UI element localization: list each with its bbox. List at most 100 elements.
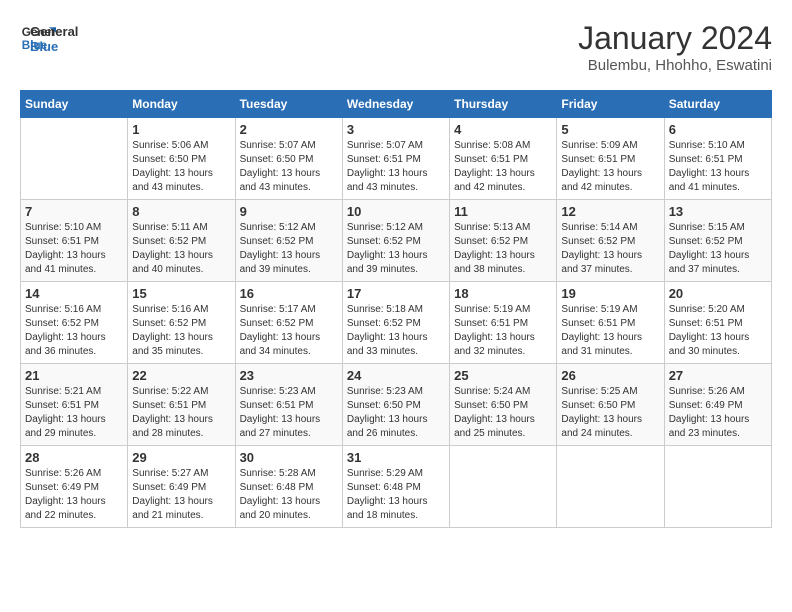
day-cell: 4 Sunrise: 5:08 AM Sunset: 6:51 PM Daylig… — [450, 118, 557, 200]
day-cell: 9 Sunrise: 5:12 AM Sunset: 6:52 PM Daylig… — [235, 200, 342, 282]
week-row-3: 14 Sunrise: 5:16 AM Sunset: 6:52 PM Dayli… — [21, 282, 772, 364]
day-number: 30 — [240, 450, 338, 465]
day-cell — [664, 446, 771, 528]
day-cell: 6 Sunrise: 5:10 AM Sunset: 6:51 PM Daylig… — [664, 118, 771, 200]
week-row-1: 1 Sunrise: 5:06 AM Sunset: 6:50 PM Daylig… — [21, 118, 772, 200]
day-info: Sunrise: 5:24 AM Sunset: 6:50 PM Dayligh… — [454, 385, 552, 441]
day-cell: 2Sunrise: 5:07 AM Sunset: 6:50 PM Daylig… — [235, 118, 342, 200]
day-cell: 29 Sunrise: 5:27 AM Sunset: 6:49 PM Dayli… — [128, 446, 235, 528]
day-number: 14 — [25, 286, 123, 301]
day-cell: 31Sunrise: 5:29 AM Sunset: 6:48 PM Dayli… — [342, 446, 449, 528]
day-info: Sunrise: 5:20 AM Sunset: 6:51 PM Dayligh… — [669, 303, 767, 359]
day-cell: 18Sunrise: 5:19 AM Sunset: 6:51 PM Dayli… — [450, 282, 557, 364]
day-number: 17 — [347, 286, 445, 301]
header-row: SundayMondayTuesdayWednesdayThursdayFrid… — [21, 91, 772, 118]
day-cell: 23Sunrise: 5:23 AM Sunset: 6:51 PM Dayli… — [235, 364, 342, 446]
page-header: General Blue General Blue January 2024 B… — [20, 20, 772, 74]
day-info: Sunrise: 5:16 AM Sunset: 6:52 PM Dayligh… — [25, 303, 123, 359]
day-info: Sunrise: 5:08 AM Sunset: 6:51 PM Dayligh… — [454, 139, 552, 195]
day-number: 21 — [25, 368, 123, 383]
day-cell: 17 Sunrise: 5:18 AM Sunset: 6:52 PM Dayli… — [342, 282, 449, 364]
week-row-2: 7 Sunrise: 5:10 AM Sunset: 6:51 PM Daylig… — [21, 200, 772, 282]
day-info: Sunrise: 5:23 AM Sunset: 6:50 PM Dayligh… — [347, 385, 445, 441]
header-tuesday: Tuesday — [235, 91, 342, 118]
day-cell — [21, 118, 128, 200]
day-cell: 7 Sunrise: 5:10 AM Sunset: 6:51 PM Daylig… — [21, 200, 128, 282]
header-monday: Monday — [128, 91, 235, 118]
day-number: 27 — [669, 368, 767, 383]
day-cell: 26Sunrise: 5:25 AM Sunset: 6:50 PM Dayli… — [557, 364, 664, 446]
day-cell: 21 Sunrise: 5:21 AM Sunset: 6:51 PM Dayli… — [21, 364, 128, 446]
day-number: 29 — [132, 450, 230, 465]
day-number: 4 — [454, 122, 552, 137]
day-cell: 12 Sunrise: 5:14 AM Sunset: 6:52 PM Dayli… — [557, 200, 664, 282]
day-number: 24 — [347, 368, 445, 383]
day-info: Sunrise: 5:11 AM Sunset: 6:52 PM Dayligh… — [132, 221, 230, 277]
day-cell: 27 Sunrise: 5:26 AM Sunset: 6:49 PM Dayli… — [664, 364, 771, 446]
title-block: January 2024 Bulembu, Hhohho, Eswatini — [578, 20, 772, 74]
day-number: 1 — [132, 122, 230, 137]
day-number: 25 — [454, 368, 552, 383]
calendar-table: SundayMondayTuesdayWednesdayThursdayFrid… — [20, 90, 772, 528]
day-info: Sunrise: 5:13 AM Sunset: 6:52 PM Dayligh… — [454, 221, 552, 277]
header-saturday: Saturday — [664, 91, 771, 118]
day-cell: 16 Sunrise: 5:17 AM Sunset: 6:52 PM Dayli… — [235, 282, 342, 364]
day-number: 20 — [669, 286, 767, 301]
day-cell: 19Sunrise: 5:19 AM Sunset: 6:51 PM Dayli… — [557, 282, 664, 364]
day-number: 9 — [240, 204, 338, 219]
day-info: Sunrise: 5:15 AM Sunset: 6:52 PM Dayligh… — [669, 221, 767, 277]
day-number: 3 — [347, 122, 445, 137]
logo-text-blue: Blue — [30, 39, 78, 54]
day-info: Sunrise: 5:17 AM Sunset: 6:52 PM Dayligh… — [240, 303, 338, 359]
month-title: January 2024 — [578, 20, 772, 57]
day-cell: 5Sunrise: 5:09 AM Sunset: 6:51 PM Daylig… — [557, 118, 664, 200]
day-number: 26 — [561, 368, 659, 383]
day-info: Sunrise: 5:07 AM Sunset: 6:51 PM Dayligh… — [347, 139, 445, 195]
week-row-4: 21 Sunrise: 5:21 AM Sunset: 6:51 PM Dayli… — [21, 364, 772, 446]
day-cell — [557, 446, 664, 528]
day-info: Sunrise: 5:21 AM Sunset: 6:51 PM Dayligh… — [25, 385, 123, 441]
logo-text-general: General — [30, 24, 78, 39]
day-number: 8 — [132, 204, 230, 219]
week-row-5: 28 Sunrise: 5:26 AM Sunset: 6:49 PM Dayli… — [21, 446, 772, 528]
day-info: Sunrise: 5:14 AM Sunset: 6:52 PM Dayligh… — [561, 221, 659, 277]
day-number: 12 — [561, 204, 659, 219]
day-number: 22 — [132, 368, 230, 383]
header-thursday: Thursday — [450, 91, 557, 118]
day-cell: 15Sunrise: 5:16 AM Sunset: 6:52 PM Dayli… — [128, 282, 235, 364]
header-sunday: Sunday — [21, 91, 128, 118]
day-number: 28 — [25, 450, 123, 465]
day-number: 19 — [561, 286, 659, 301]
day-info: Sunrise: 5:10 AM Sunset: 6:51 PM Dayligh… — [25, 221, 123, 277]
header-friday: Friday — [557, 91, 664, 118]
day-number: 23 — [240, 368, 338, 383]
day-info: Sunrise: 5:12 AM Sunset: 6:52 PM Dayligh… — [347, 221, 445, 277]
day-number: 6 — [669, 122, 767, 137]
day-cell: 25 Sunrise: 5:24 AM Sunset: 6:50 PM Dayli… — [450, 364, 557, 446]
day-cell: 10Sunrise: 5:12 AM Sunset: 6:52 PM Dayli… — [342, 200, 449, 282]
day-number: 11 — [454, 204, 552, 219]
day-info: Sunrise: 5:16 AM Sunset: 6:52 PM Dayligh… — [132, 303, 230, 359]
day-info: Sunrise: 5:18 AM Sunset: 6:52 PM Dayligh… — [347, 303, 445, 359]
day-number: 16 — [240, 286, 338, 301]
day-number: 2 — [240, 122, 338, 137]
day-info: Sunrise: 5:06 AM Sunset: 6:50 PM Dayligh… — [132, 139, 230, 195]
logo: General Blue General Blue — [20, 20, 78, 56]
header-wednesday: Wednesday — [342, 91, 449, 118]
day-cell: 30 Sunrise: 5:28 AM Sunset: 6:48 PM Dayli… — [235, 446, 342, 528]
day-info: Sunrise: 5:12 AM Sunset: 6:52 PM Dayligh… — [240, 221, 338, 277]
day-cell: 22Sunrise: 5:22 AM Sunset: 6:51 PM Dayli… — [128, 364, 235, 446]
day-info: Sunrise: 5:28 AM Sunset: 6:48 PM Dayligh… — [240, 467, 338, 523]
day-cell — [450, 446, 557, 528]
day-info: Sunrise: 5:26 AM Sunset: 6:49 PM Dayligh… — [25, 467, 123, 523]
day-info: Sunrise: 5:26 AM Sunset: 6:49 PM Dayligh… — [669, 385, 767, 441]
day-number: 5 — [561, 122, 659, 137]
day-info: Sunrise: 5:27 AM Sunset: 6:49 PM Dayligh… — [132, 467, 230, 523]
day-cell: 28 Sunrise: 5:26 AM Sunset: 6:49 PM Dayli… — [21, 446, 128, 528]
location-subtitle: Bulembu, Hhohho, Eswatini — [578, 57, 772, 74]
day-cell: 13Sunrise: 5:15 AM Sunset: 6:52 PM Dayli… — [664, 200, 771, 282]
day-info: Sunrise: 5:10 AM Sunset: 6:51 PM Dayligh… — [669, 139, 767, 195]
day-info: Sunrise: 5:29 AM Sunset: 6:48 PM Dayligh… — [347, 467, 445, 523]
day-number: 7 — [25, 204, 123, 219]
day-number: 18 — [454, 286, 552, 301]
